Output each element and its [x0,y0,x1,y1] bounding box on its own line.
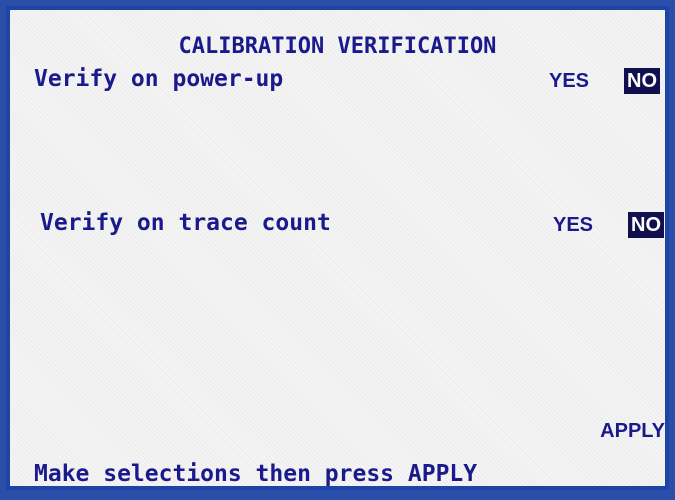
power-up-label: Verify on power-up [34,66,284,92]
instruction-text: Make selections then press APPLY [34,461,478,487]
power-up-no-option[interactable]: NO [624,68,660,94]
trace-count-no-option[interactable]: NO [628,212,664,238]
trace-count-label: Verify on trace count [40,210,331,236]
power-up-yes-option[interactable]: YES [546,68,592,94]
calibration-screen: CALIBRATION VERIFICATION Verify on power… [6,6,669,490]
apply-button[interactable]: APPLY [600,418,665,444]
trace-count-yes-option[interactable]: YES [550,212,596,238]
page-title: CALIBRATION VERIFICATION [178,34,497,59]
